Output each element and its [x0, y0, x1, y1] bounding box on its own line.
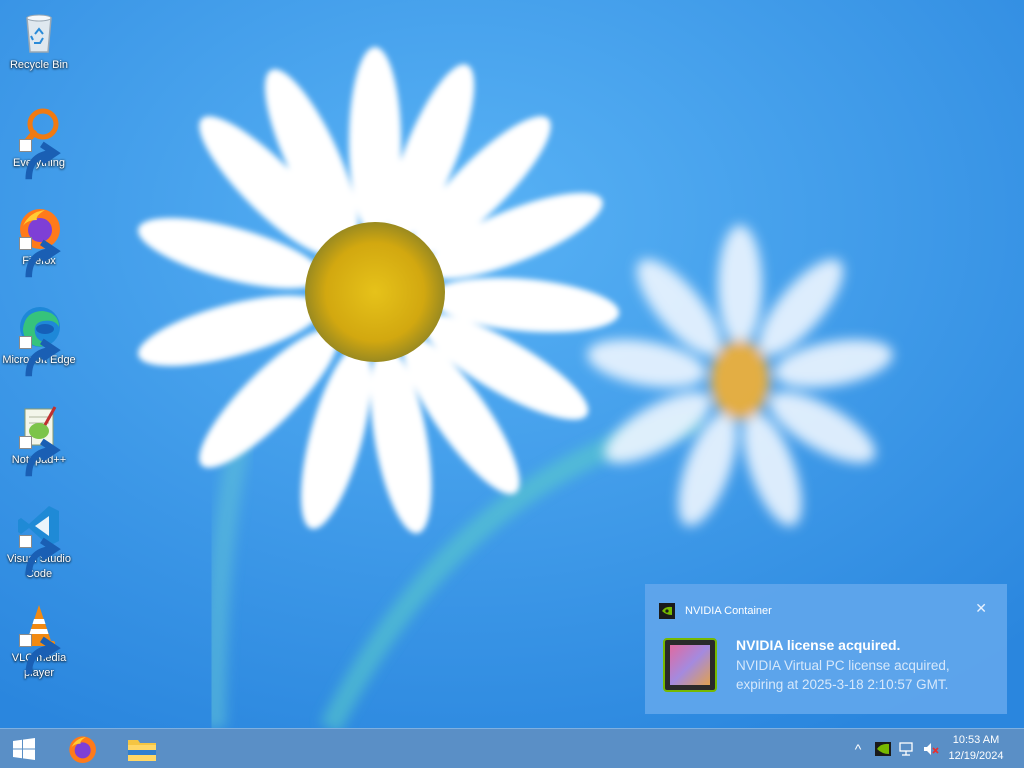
- tray-volume[interactable]: [920, 729, 942, 768]
- tray-network[interactable]: [896, 729, 918, 768]
- recycle-bin-icon: [15, 8, 63, 56]
- chevron-up-icon: ^: [854, 741, 862, 757]
- desktop-icon-firefox[interactable]: Firefox: [2, 204, 76, 278]
- notification-toast[interactable]: NVIDIA Container ✕ NVIDIA license acquir…: [645, 584, 1007, 714]
- nvidia-icon: [659, 603, 675, 619]
- start-button[interactable]: [0, 729, 48, 768]
- volume-muted-icon: [924, 743, 939, 755]
- desktop-icon-visual-studio-code[interactable]: Visual Studio Code: [2, 502, 76, 582]
- taskbar-firefox-button[interactable]: [58, 729, 106, 768]
- shortcut-arrow-icon: [19, 336, 61, 377]
- shortcut-arrow-icon: [19, 535, 61, 576]
- notepad-plus-plus-icon: [15, 403, 63, 477]
- edge-icon: [15, 303, 63, 377]
- network-icon: [899, 742, 913, 756]
- desktop-icon-recycle-bin[interactable]: Recycle Bin: [2, 8, 76, 73]
- file-explorer-icon: [128, 740, 156, 761]
- shortcut-arrow-icon: [19, 634, 61, 675]
- firefox-icon: [15, 204, 63, 278]
- close-icon[interactable]: ✕: [975, 600, 987, 617]
- desktop-icon-label: Recycle Bin: [9, 59, 69, 71]
- shortcut-arrow-icon: [19, 237, 61, 278]
- desktop-icon-everything[interactable]: Everything: [2, 106, 76, 180]
- notification-app-name: NVIDIA Container: [685, 605, 772, 617]
- clock-date: 12/19/2024: [948, 750, 1004, 762]
- vscode-icon: [15, 502, 63, 576]
- taskbar-clock[interactable]: 10:53 AM 12/19/2024: [940, 732, 1012, 764]
- firefox-icon: [69, 736, 96, 763]
- notification-message: NVIDIA Virtual PC license acquired, expi…: [736, 658, 950, 692]
- desktop-icon-microsoft-edge[interactable]: Microsoft Edge: [2, 303, 76, 377]
- nvidia-icon: [875, 742, 891, 756]
- taskbar-file-explorer-button[interactable]: [118, 729, 166, 768]
- nvidia-gpu-chip-icon: [663, 638, 717, 692]
- notification-header: NVIDIA Container: [659, 602, 772, 620]
- shortcut-arrow-icon: [19, 139, 61, 180]
- vlc-cone-icon: [15, 601, 63, 675]
- desktop-icon-notepad-plus-plus[interactable]: Notepad++: [2, 403, 76, 477]
- everything-search-icon: [15, 106, 63, 180]
- shortcut-arrow-icon: [19, 436, 61, 477]
- notification-title: NVIDIA license acquired.: [736, 637, 901, 653]
- tray-nvidia[interactable]: [872, 729, 894, 768]
- desktop-icon-vlc-media-player[interactable]: VLC media player: [2, 601, 76, 681]
- clock-time: 10:53 AM: [952, 734, 1000, 746]
- windows-logo-icon: [13, 738, 35, 760]
- show-hidden-icons-button[interactable]: ^: [848, 729, 868, 768]
- taskbar: ^ 10:53 AM 12/19/2024: [0, 728, 1024, 768]
